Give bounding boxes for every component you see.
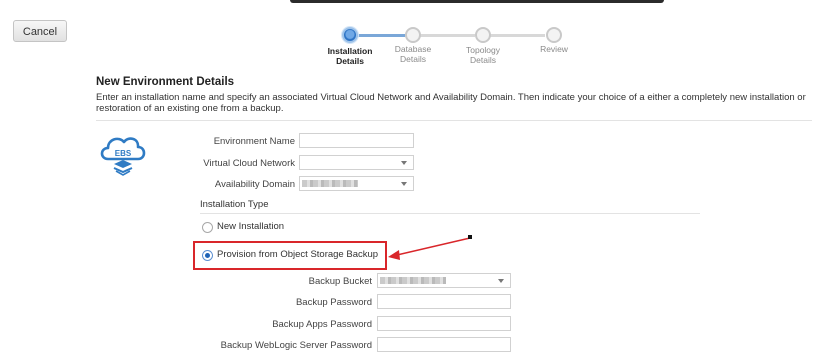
train-label-database-details[interactable]: Database Details <box>373 44 453 64</box>
availability-domain-select[interactable] <box>299 176 414 191</box>
backup-apps-password-label: Backup Apps Password <box>272 319 372 330</box>
chevron-down-icon <box>498 279 504 283</box>
train-label-line: Topology <box>465 45 501 55</box>
divider <box>200 213 700 214</box>
chevron-down-icon <box>401 182 407 186</box>
backup-bucket-label: Backup Bucket <box>308 276 372 287</box>
backup-apps-password-input[interactable] <box>377 316 511 331</box>
top-bar <box>290 0 664 3</box>
train-label-line: Details <box>400 54 426 64</box>
redacted-value <box>302 180 358 187</box>
divider <box>96 120 812 121</box>
backup-password-input[interactable] <box>377 294 511 309</box>
train-stop-installation-details[interactable] <box>342 27 358 43</box>
virtual-cloud-network-label: Virtual Cloud Network <box>203 158 295 169</box>
train-stop-review[interactable] <box>546 27 562 43</box>
train-label-line: Details <box>470 55 496 65</box>
availability-domain-label: Availability Domain <box>214 179 295 190</box>
train-label-review[interactable]: Review <box>514 44 594 54</box>
ebs-icon-text: EBS <box>115 149 132 158</box>
backup-password-label: Backup Password <box>295 297 372 308</box>
backup-weblogic-password-input[interactable] <box>377 337 511 352</box>
annotation-arrow-icon <box>388 235 472 260</box>
train-stop-database-details[interactable] <box>405 27 421 43</box>
section-description: Enter an installation name and specify a… <box>96 92 806 114</box>
annotation-highlight-box <box>193 241 387 270</box>
backup-weblogic-password-label: Backup WebLogic Server Password <box>220 340 372 351</box>
backup-bucket-select[interactable] <box>377 273 511 288</box>
train-label-line: Database <box>394 44 432 54</box>
installation-type-label: Installation Type <box>200 199 269 210</box>
ebs-cloud-icon: EBS <box>97 131 149 177</box>
environment-name-input[interactable] <box>299 133 414 148</box>
new-installation-label[interactable]: New Installation <box>217 221 284 232</box>
new-installation-radio[interactable] <box>202 222 213 233</box>
train-connector <box>483 34 545 37</box>
page-title: New Environment Details <box>96 76 235 88</box>
train-connector <box>355 34 405 37</box>
cancel-button[interactable]: Cancel <box>13 20 67 42</box>
chevron-down-icon <box>401 161 407 165</box>
train-label-topology-details[interactable]: Topology Details <box>443 45 523 65</box>
environment-name-label: Environment Name <box>213 136 295 147</box>
train-stop-topology-details[interactable] <box>475 27 491 43</box>
train-label-line: Review <box>540 44 568 54</box>
virtual-cloud-network-select[interactable] <box>299 155 414 170</box>
redacted-value <box>380 277 446 284</box>
